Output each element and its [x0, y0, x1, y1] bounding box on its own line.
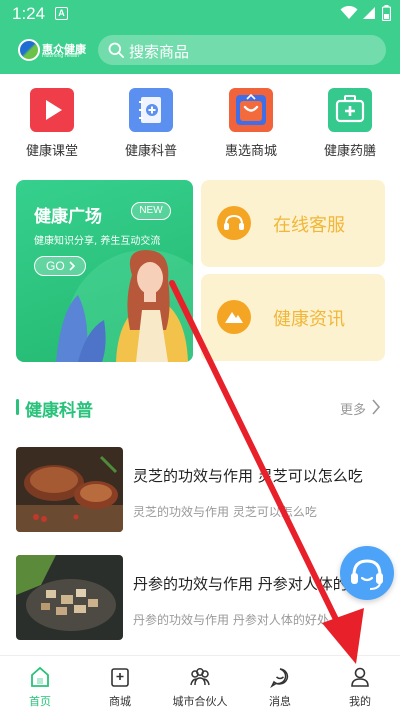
article-description: 灵芝的功效与作用 灵芝可以怎么吃	[133, 505, 317, 519]
store-icon	[111, 668, 129, 687]
health-plaza-title: 健康广场	[34, 207, 102, 227]
app-header: 1:24 A 惠众健康 Huizhong Health 搜索商品	[0, 0, 400, 74]
medicine-kit-icon	[328, 88, 372, 132]
section-accent-bar	[16, 399, 19, 415]
wifi-icon	[340, 6, 358, 19]
logo-mark-icon	[18, 39, 40, 61]
status-time: 1:24	[12, 4, 46, 23]
notebook-icon	[129, 88, 173, 132]
search-placeholder: 搜索商品	[129, 43, 190, 61]
category-label: 健康药膳	[323, 144, 376, 159]
tab-label: 消息	[269, 695, 291, 708]
customer-service-icon	[217, 206, 251, 240]
app-logo: 惠众健康 Huizhong Health	[18, 38, 86, 62]
section-header: 健康科普 更多	[0, 392, 400, 422]
tab-label: 首页	[29, 695, 51, 708]
category-health-science[interactable]: 健康科普	[111, 88, 191, 159]
category-label: 健康科普	[124, 144, 177, 159]
go-button-label: GO	[46, 259, 65, 273]
go-button[interactable]: GO	[34, 256, 86, 276]
profile-icon	[351, 667, 369, 687]
status-bar: 1:24 A	[0, 0, 400, 28]
online-service-label: 在线客服	[273, 215, 345, 236]
article-item[interactable]: 灵芝的功效与作用 灵芝可以怎么吃 灵芝的功效与作用 灵芝可以怎么吃	[0, 447, 400, 537]
health-news-label: 健康资讯	[273, 309, 345, 330]
tab-label: 城市合伙人	[172, 695, 228, 708]
search-icon	[108, 42, 124, 58]
logo-subtext: Huizhong Health	[42, 53, 79, 59]
category-health-diet[interactable]: 健康药膳	[310, 88, 390, 159]
category-label: 惠选商城	[224, 144, 277, 159]
article-description: 丹参的功效与作用 丹参对人体的好处	[133, 613, 329, 627]
article-title: 灵芝的功效与作用 灵芝可以怎么吃	[133, 467, 363, 485]
battery-icon	[382, 5, 391, 21]
category-label: 健康课堂	[25, 144, 78, 159]
search-bar[interactable]: 搜索商品	[98, 35, 386, 65]
play-icon	[30, 88, 74, 132]
tab-home[interactable]: 首页	[0, 656, 80, 712]
mountain-icon	[217, 300, 251, 334]
bottom-tab-bar: 首页 商城 城市合伙人 消息 我的	[0, 655, 400, 712]
article-thumbnail	[16, 447, 123, 532]
article-thumbnail	[16, 555, 123, 640]
tab-store[interactable]: 商城	[80, 656, 160, 712]
category-grid: 健康课堂 健康科普 惠选商城 健康药膳	[0, 88, 400, 160]
partners-icon	[190, 668, 210, 686]
more-link[interactable]: 更多	[340, 399, 366, 418]
chevron-right-icon[interactable]	[371, 399, 381, 415]
health-news-card[interactable]: 健康资讯	[201, 274, 385, 361]
chevron-right-icon	[69, 261, 76, 271]
promo-cards: 健康广场 NEW 健康知识分享, 养生互动交流 GO 在线客服 健康资讯	[0, 180, 400, 365]
health-plaza-subtitle: 健康知识分享, 养生互动交流	[34, 236, 161, 247]
health-plaza-card[interactable]: 健康广场 NEW 健康知识分享, 养生互动交流 GO	[16, 180, 193, 362]
tab-city-partner[interactable]: 城市合伙人	[160, 656, 240, 712]
headset-icon	[351, 559, 383, 590]
home-icon	[31, 666, 49, 687]
online-service-card[interactable]: 在线客服	[201, 180, 385, 267]
message-icon	[270, 668, 289, 688]
tab-label: 商城	[109, 695, 131, 708]
shopping-bag-icon	[229, 88, 273, 132]
notification-badge-icon: A	[55, 7, 68, 20]
category-select-mall[interactable]: 惠选商城	[211, 88, 291, 159]
tab-label: 我的	[349, 695, 371, 708]
section-title: 健康科普	[25, 401, 93, 421]
tab-messages[interactable]: 消息	[240, 656, 320, 712]
new-badge: NEW	[131, 202, 171, 220]
tab-profile[interactable]: 我的	[320, 656, 400, 712]
category-health-class[interactable]: 健康课堂	[12, 88, 92, 159]
customer-service-button[interactable]	[340, 546, 394, 600]
signal-icon	[363, 7, 375, 19]
